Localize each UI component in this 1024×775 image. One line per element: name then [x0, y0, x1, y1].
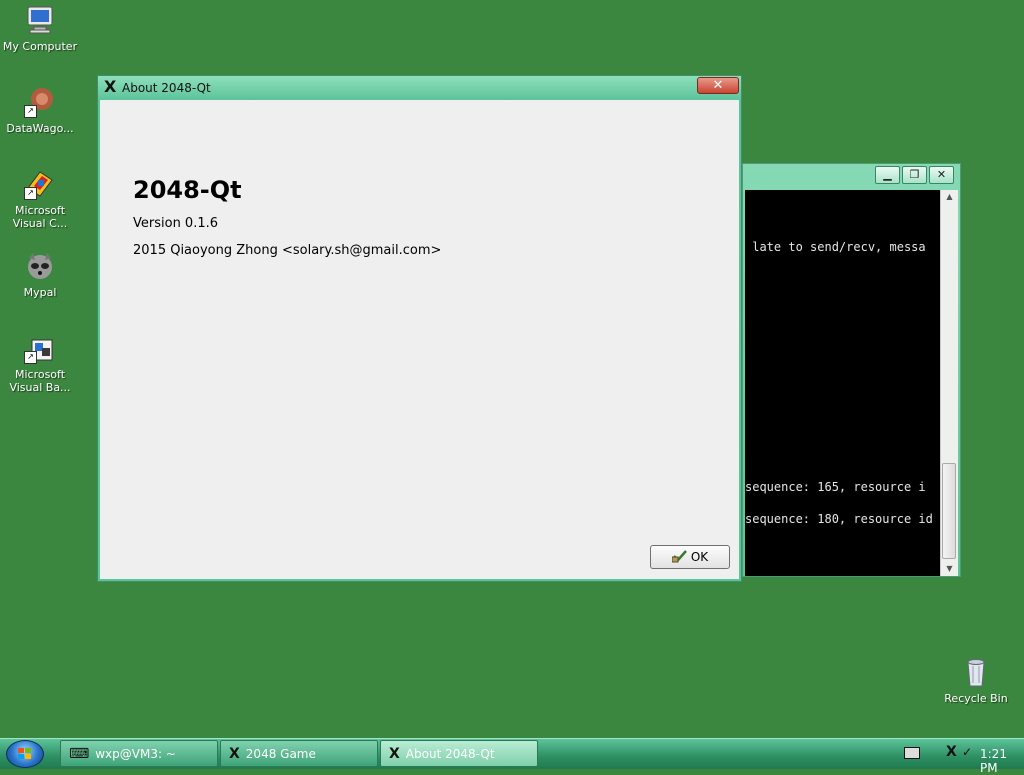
- desktop-icon-label: Microsoft Visual C...: [12, 204, 68, 230]
- visual-basic-icon: ↗: [24, 332, 56, 364]
- visual-c-icon: ↗: [24, 168, 56, 200]
- close-icon[interactable]: ✕: [929, 166, 954, 184]
- windows-logo-icon: [18, 748, 31, 759]
- recycle-bin-icon: [960, 656, 992, 688]
- x-app-icon[interactable]: X: [946, 744, 957, 760]
- taskbar-item-terminal[interactable]: ⌨ wxp@VM3: ~: [60, 740, 218, 767]
- dialog-content: 2048-Qt Version 0.1.6 2015 Qiaoyong Zhon…: [100, 100, 739, 579]
- shortcut-arrow-icon: ↗: [24, 351, 37, 364]
- desktop-icon-my-computer[interactable]: My Computer: [0, 4, 80, 53]
- minimize-icon[interactable]: ▁: [875, 166, 900, 184]
- datawago-icon: ↗: [24, 86, 56, 118]
- terminal-window[interactable]: ▁ ❐ ✕ late to send/recv, messa sequence:…: [742, 163, 961, 577]
- ok-button[interactable]: OK: [650, 545, 730, 569]
- desktop-icon-label: Microsoft Visual Ba...: [9, 368, 71, 394]
- desktop-icon-mypal[interactable]: Mypal: [0, 250, 80, 299]
- scroll-up-icon[interactable]: ▲: [941, 190, 958, 204]
- dialog-title: About 2048-Qt: [122, 81, 211, 95]
- app-name: 2048-Qt: [133, 176, 242, 204]
- terminal-output[interactable]: late to send/recv, messa sequence: 165, …: [745, 190, 943, 576]
- maximize-icon[interactable]: ❐: [902, 166, 927, 184]
- desktop-icon-datawago[interactable]: ↗ DataWago...: [0, 86, 80, 135]
- desktop-icon-visual-basic[interactable]: ↗ Microsoft Visual Ba...: [0, 332, 80, 394]
- computer-icon: [24, 4, 56, 36]
- desktop-icon-label: My Computer: [2, 40, 78, 53]
- taskbar-item-label: About 2048-Qt: [405, 746, 495, 761]
- desktop-icon-recycle-bin[interactable]: Recycle Bin: [940, 656, 1012, 705]
- network-icon[interactable]: ✓: [962, 745, 972, 759]
- x-app-icon: X: [389, 745, 400, 762]
- ok-check-icon: [671, 549, 688, 566]
- shortcut-arrow-icon: ↗: [24, 187, 37, 200]
- x-app-icon: X: [104, 77, 117, 96]
- start-button[interactable]: [6, 740, 44, 768]
- mypal-icon: [24, 250, 56, 282]
- desktop-icon-label: DataWago...: [6, 122, 74, 135]
- taskbar-item-about-2048-qt[interactable]: X About 2048-Qt: [380, 740, 538, 767]
- app-copyright: 2015 Qiaoyong Zhong <solary.sh@gmail.com…: [133, 243, 442, 258]
- desktop-icon-label: Mypal: [23, 286, 57, 299]
- dialog-titlebar[interactable]: X About 2048-Qt ✕: [98, 76, 741, 100]
- about-dialog[interactable]: X About 2048-Qt ✕ 2048-Qt Version 0.1.6 …: [97, 75, 742, 582]
- desktop-icon-label: Recycle Bin: [944, 692, 1008, 705]
- terminal-app-icon: ⌨: [69, 745, 90, 762]
- shortcut-arrow-icon: ↗: [24, 105, 37, 118]
- system-tray: X ✓ 1:21 PM: [874, 739, 1024, 775]
- taskbar: ⌨ wxp@VM3: ~ X 2048 Game X About 2048-Qt…: [0, 738, 1024, 775]
- taskbar-item-2048-game[interactable]: X 2048 Game: [220, 740, 378, 767]
- terminal-scrollbar[interactable]: ▲ ▼: [940, 190, 958, 576]
- taskbar-item-label: 2048 Game: [245, 746, 316, 761]
- close-button[interactable]: ✕: [697, 77, 739, 94]
- desktop-icon-visual-c[interactable]: ↗ Microsoft Visual C...: [0, 168, 80, 230]
- x-app-icon: X: [229, 745, 240, 762]
- scroll-down-icon[interactable]: ▼: [941, 562, 958, 576]
- clock[interactable]: 1:21 PM: [980, 747, 1024, 775]
- terminal-titlebar[interactable]: ▁ ❐ ✕: [743, 164, 960, 188]
- app-version: Version 0.1.6: [133, 216, 219, 231]
- keyboard-icon[interactable]: [904, 747, 920, 759]
- scroll-thumb[interactable]: [942, 463, 956, 559]
- ok-button-label: OK: [690, 550, 709, 564]
- terminal-line: sequence: 180, resource id: [745, 512, 933, 526]
- taskbar-item-label: wxp@VM3: ~: [95, 746, 176, 761]
- terminal-line: late to send/recv, messa: [745, 240, 926, 254]
- terminal-line: sequence: 165, resource i: [745, 480, 926, 494]
